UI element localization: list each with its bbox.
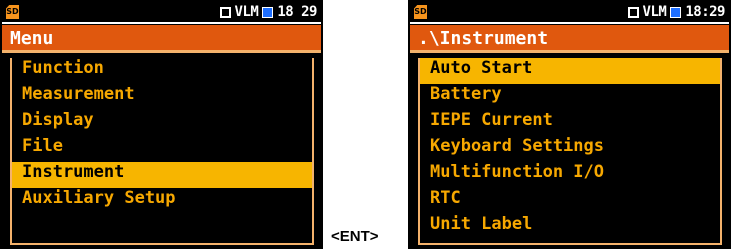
square-indicator-icon xyxy=(219,6,231,18)
menu-title: Menu xyxy=(10,28,54,49)
status-mode-text: VLM xyxy=(234,4,259,20)
submenu-item-multifunction-io[interactable]: Multifunction I/O xyxy=(420,162,720,188)
title-bar: .\Instrument xyxy=(410,25,729,53)
left-device-screen: SD VLM 18 29 Menu Function Measurement D… xyxy=(0,0,323,249)
status-time: 18:29 xyxy=(685,4,725,20)
menu-item-instrument[interactable]: Instrument xyxy=(12,162,312,188)
sd-card-icon: SD xyxy=(414,5,427,19)
menu-list: Function Measurement Display File Instru… xyxy=(12,58,312,214)
status-mode-text: VLM xyxy=(642,4,667,20)
submenu-list-frame: Auto Start Battery IEPE Current Keyboard… xyxy=(418,58,722,245)
sd-card-icon: SD xyxy=(6,5,19,19)
menu-list-frame: Function Measurement Display File Instru… xyxy=(10,58,314,245)
title-bar: Menu xyxy=(2,25,321,53)
submenu-item-rtc[interactable]: RTC xyxy=(420,188,720,214)
status-indicators: VLM 18:29 xyxy=(627,3,725,21)
enter-key-label: <ENT> xyxy=(331,228,379,245)
instrument-submenu-list: Auto Start Battery IEPE Current Keyboard… xyxy=(420,58,720,240)
submenu-item-auto-start[interactable]: Auto Start xyxy=(420,58,720,84)
menu-item-file[interactable]: File xyxy=(12,136,312,162)
status-bar: SD VLM 18 29 xyxy=(2,2,321,24)
status-indicators: VLM 18 29 xyxy=(219,3,317,21)
menu-item-display[interactable]: Display xyxy=(12,110,312,136)
blue-square-indicator-icon xyxy=(262,6,274,18)
square-indicator-icon xyxy=(627,6,639,18)
menu-item-auxiliary-setup[interactable]: Auxiliary Setup xyxy=(12,188,312,214)
submenu-item-unit-label[interactable]: Unit Label xyxy=(420,214,720,240)
right-device-screen: SD VLM 18:29 .\Instrument Auto Start Bat… xyxy=(408,0,731,249)
submenu-item-iepe-current[interactable]: IEPE Current xyxy=(420,110,720,136)
instrument-title: .\Instrument xyxy=(418,28,549,49)
blue-square-indicator-icon xyxy=(670,6,682,18)
menu-item-measurement[interactable]: Measurement xyxy=(12,84,312,110)
submenu-item-keyboard-settings[interactable]: Keyboard Settings xyxy=(420,136,720,162)
status-bar: SD VLM 18:29 xyxy=(410,2,729,24)
status-time: 18 29 xyxy=(277,4,317,20)
submenu-item-battery[interactable]: Battery xyxy=(420,84,720,110)
menu-item-function[interactable]: Function xyxy=(12,58,312,84)
